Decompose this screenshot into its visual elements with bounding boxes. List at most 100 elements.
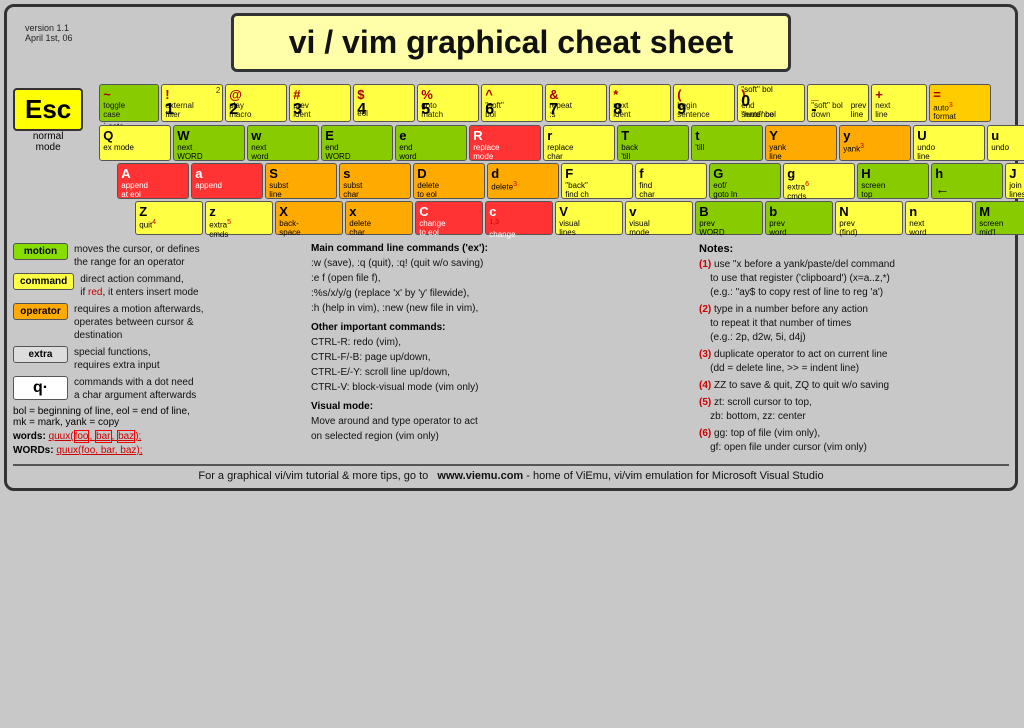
esc-label: Esc [25,94,71,124]
tilde-key: ~ togglecase ` gotomark [99,84,159,122]
key-N: N prev(find) [835,201,903,235]
number-row: ~ togglecase ` gotomark ! externalfilter… [99,84,1024,122]
other-cmd-title: Other important commands: [311,322,691,333]
key-d: d delete3 [487,163,559,199]
note-5: (5) zt: scroll cursor to top, zb: bottom… [699,396,1009,424]
esc-sublabel: normalmode [13,131,83,153]
key-B: B prevWORD [695,201,763,235]
key-Q: Q ex mode [99,125,171,161]
dot-badge: q· [13,376,68,400]
other-cmd-text: CTRL-R: redo (vim), CTRL-F/-B: page up/d… [311,335,691,395]
command-text: direct action command,if red, it enters … [80,273,198,299]
notes-column: Notes: (1) use "x before a yank/paste/de… [699,243,1009,458]
key-t: t 'till [691,125,763,161]
legend-command: command direct action command,if red, it… [13,273,303,299]
motion-text: moves the cursor, or definesthe range fo… [74,243,200,269]
key-E: E endWORD [321,125,393,161]
key-7: & repeat:s 7 [545,84,607,122]
key-s: s substchar [339,163,411,199]
key-4: $ eol 4 [353,84,415,122]
key-T: T back'till [617,125,689,161]
notes-title: Notes: [699,243,1009,255]
bottom-section: motion moves the cursor, or definesthe r… [13,243,1009,458]
key-0: ) endsentence "soft" bol 0 "hard" bol [737,84,805,122]
note-3: (3) duplicate operator to act on current… [699,348,1009,376]
note-1: (1) use "x before a yank/paste/del comma… [699,258,1009,300]
page-title: vi / vim graphical cheat sheet [231,13,791,72]
key-b: b prevword [765,201,833,235]
key-9: ( beginsentence 9 [673,84,735,122]
visual-title: Visual mode: [311,401,691,412]
key-minus: _ "soft" boldown - prevline [807,84,869,122]
main-container: version 1.1 April 1st, 06 vi / vim graph… [4,4,1018,491]
key-F: F "back"find ch [561,163,633,199]
zxcv-row: Z quit4 z extra5cmds X back-space x dele… [135,201,1024,235]
key-5: % gotomatch 5 [417,84,479,122]
key-W-upper: W nextWORD [173,125,245,161]
key-R: R replacemode [469,125,541,161]
key-1: ! externalfilter 2 1 [161,84,223,122]
key-v: v visualmode [625,201,693,235]
extra-badge: extra [13,346,68,363]
key-w-lower: w nextword [247,125,319,161]
key-equals: = auto3format [929,84,991,122]
legend-operator: operator requires a motion afterwards,op… [13,303,303,342]
key-y: y yank3 [839,125,911,161]
key-S: S substline [265,163,337,199]
key-2: @ playmacro 2 [225,84,287,122]
key-plus: + nextline [871,84,927,122]
footer-url[interactable]: www.viemu.com [437,470,523,482]
operator-text: requires a motion afterwards,operates be… [74,303,204,342]
legend-dot: q· commands with a dot needa char argume… [13,376,303,402]
key-Y: Y yankline [765,125,837,161]
extra-text: special functions,requires extra input [74,346,160,372]
key-c: c 1,3change [485,201,553,235]
visual-text: Move around and type operator to act on … [311,414,691,444]
motion-badge: motion [13,243,68,260]
key-n: n nextword [905,201,973,235]
key-3: # prevident 3 [289,84,351,122]
key-G: G eof/goto ln [709,163,781,199]
key-f: f findchar [635,163,707,199]
key-A: A appendat eol [117,163,189,199]
operator-badge: operator [13,303,68,320]
key-H: H screentop [857,163,929,199]
key-h: h ← [931,163,1003,199]
words-line: words: quux(foo, bar, baz); [13,431,303,442]
key-u: u undo [987,125,1024,161]
key-U: U undoline [913,125,985,161]
esc-key: Esc normalmode [13,88,83,153]
footer-suffix: - home of ViEmu, vi/vim emulation for Mi… [526,470,823,482]
main-cmd-text: :w (save), :q (quit), :q! (quit w/o savi… [311,256,691,316]
main-cmd-title: Main command line commands ('ex'): [311,243,691,254]
legend-motion: motion moves the cursor, or definesthe r… [13,243,303,269]
key-r: r replacechar [543,125,615,161]
commands-column: Main command line commands ('ex'): :w (s… [311,243,691,458]
words-line2: WORDs: quux(foo, bar, baz); [13,445,303,456]
key-X: X back-space [275,201,343,235]
key-6: ^ "soft"bol 6 [481,84,543,122]
key-Z: Z quit4 [135,201,203,235]
footer-text: For a graphical vi/vim tutorial & more t… [198,470,428,482]
note-2: (2) type in a number before any action t… [699,303,1009,345]
key-8: * nextident 8 [609,84,671,122]
key-V: V visuallines [555,201,623,235]
bol-eol-text: bol = beginning of line, eol = end of li… [13,406,303,428]
key-a: a append [191,163,263,199]
key-D: D deleteto eol [413,163,485,199]
qwerty-row: Q ex mode W nextWORD w nextword E endWOR… [99,125,1024,161]
key-g: g extra6cmds [783,163,855,199]
version-text: version 1.1 April 1st, 06 [25,23,73,43]
key-C: C changeto eol [415,201,483,235]
key-e: e endword [395,125,467,161]
command-badge: command [13,273,74,290]
key-J: J joinlines [1005,163,1024,199]
legend-column: motion moves the cursor, or definesthe r… [13,243,303,458]
key-z: z extra5cmds [205,201,273,235]
asdf-row: A appendat eol a append S substline s su… [117,163,1024,199]
key-x: x deletechar [345,201,413,235]
legend-extra: extra special functions,requires extra i… [13,346,303,372]
key-M: M screenmid'l [975,201,1024,235]
note-6: (6) gg: top of file (vim only), gf: open… [699,427,1009,455]
dot-text: commands with a dot needa char argument … [74,376,196,402]
